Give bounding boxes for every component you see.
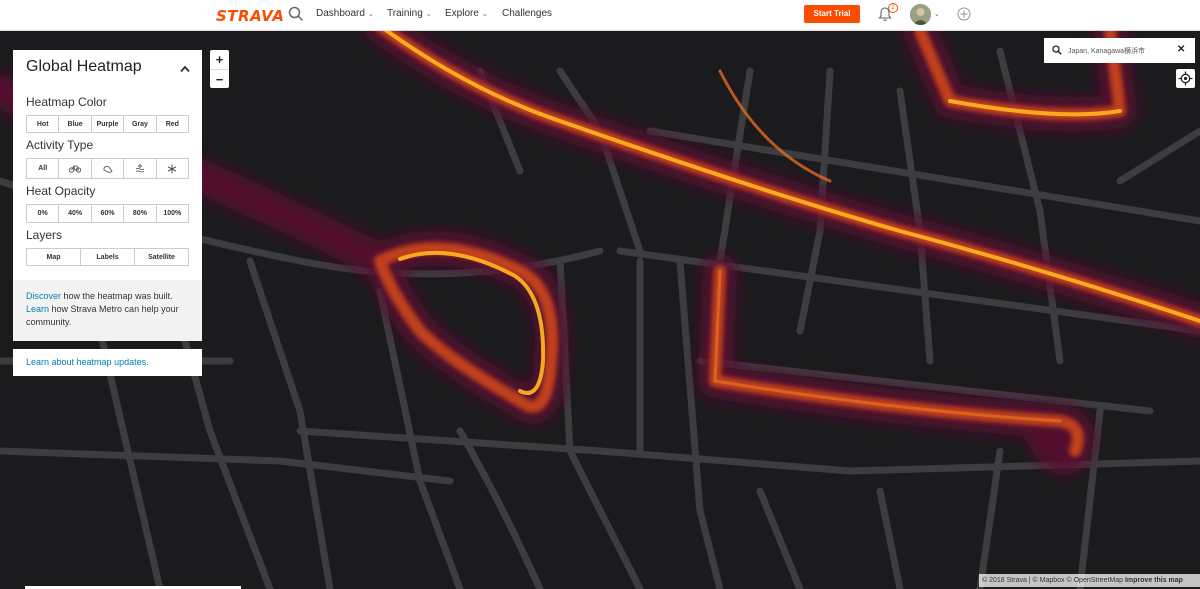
opacity-40-button[interactable]: 40% <box>59 205 92 222</box>
heatmap-color-title: Heatmap Color <box>26 95 107 109</box>
chevron-down-icon: ⌄ <box>425 11 432 18</box>
search-icon <box>1052 45 1062 55</box>
top-nav: STRAVA Dashboard ⌄ Training ⌄ Explore ⌄ Cha… <box>0 0 1200 31</box>
opacity-0-button[interactable]: 0% <box>27 205 60 222</box>
layers-title: Layers <box>26 228 63 242</box>
color-red-button[interactable]: Red <box>156 116 189 132</box>
activity-type-group: All <box>26 158 189 179</box>
water-icon <box>135 164 145 173</box>
run-icon <box>103 165 112 173</box>
nav-explore[interactable]: Explore ⌄ <box>445 8 488 19</box>
bike-icon <box>69 165 82 173</box>
layers-group: Map Labels Satellite <box>26 248 189 266</box>
winter-icon <box>168 164 177 173</box>
color-gray-button[interactable]: Gray <box>124 116 157 132</box>
learn-text: how Strava Metro can help your community… <box>26 304 179 327</box>
nav-dashboard[interactable]: Dashboard ⌄ <box>316 8 374 19</box>
start-trial-button[interactable]: Start Trial <box>804 5 860 23</box>
avatar[interactable] <box>910 4 931 25</box>
activity-water-button[interactable] <box>124 159 157 178</box>
crosshair-icon <box>1178 71 1193 86</box>
strava-logo[interactable]: STRAVA <box>216 7 284 25</box>
discover-link[interactable]: Discover <box>26 291 61 301</box>
opacity-80-button[interactable]: 80% <box>124 205 157 222</box>
color-hot-button[interactable]: Hot <box>27 116 60 132</box>
chevron-down-icon[interactable]: ⌄ <box>934 10 940 18</box>
activity-type-title: Activity Type <box>26 138 94 152</box>
color-blue-button[interactable]: Blue <box>59 116 92 132</box>
opacity-60-button[interactable]: 60% <box>91 205 125 222</box>
close-icon[interactable]: ✕ <box>1177 44 1185 55</box>
chevron-down-icon: ⌄ <box>481 11 488 18</box>
nav-challenges[interactable]: Challenges <box>502 8 552 19</box>
chevron-up-icon[interactable] <box>179 65 191 73</box>
location-search-input[interactable] <box>1068 43 1173 58</box>
panel-footer: Discover how the heatmap was built. Lear… <box>13 280 202 341</box>
heatmap-updates-link[interactable]: Learn about heatmap updates. <box>13 349 202 376</box>
attribution-text[interactable]: © 2018 Strava | © Mapbox © OpenStreetMap <box>982 577 1125 584</box>
zoom-out-button[interactable]: − <box>210 69 229 88</box>
locate-button[interactable] <box>1176 69 1195 88</box>
opacity-100-button[interactable]: 100% <box>156 205 189 222</box>
heatmap-panel: Global Heatmap Heatmap Color Hot Blue Pu… <box>13 50 202 341</box>
add-icon[interactable] <box>957 7 971 21</box>
heat-opacity-title: Heat Opacity <box>26 184 96 198</box>
layer-map-button[interactable]: Map <box>27 249 81 265</box>
color-purple-button[interactable]: Purple <box>91 116 125 132</box>
activity-winter-button[interactable] <box>156 159 189 178</box>
improve-map-link[interactable]: Improve this map <box>1125 577 1183 584</box>
search-icon[interactable] <box>288 6 304 22</box>
layer-satellite-button[interactable]: Satellite <box>135 249 188 265</box>
heatmap-color-group: Hot Blue Purple Gray Red <box>26 115 189 133</box>
activity-ride-button[interactable] <box>59 159 92 178</box>
nav-training[interactable]: Training ⌄ <box>387 8 432 19</box>
map-attribution: © 2018 Strava | © Mapbox © OpenStreetMap… <box>979 574 1200 587</box>
heat-opacity-group: 0% 40% 60% 80% 100% <box>26 204 189 223</box>
layer-labels-button[interactable]: Labels <box>81 249 135 265</box>
learn-link[interactable]: Learn <box>26 304 49 314</box>
location-search: ✕ <box>1044 38 1195 63</box>
chevron-down-icon: ⌄ <box>367 11 374 18</box>
zoom-in-button[interactable]: + <box>210 50 229 69</box>
discover-text: how the heatmap was built. <box>61 291 173 301</box>
panel-title: Global Heatmap <box>26 58 142 75</box>
activity-all-button[interactable]: All <box>27 159 60 178</box>
activity-run-button[interactable] <box>91 159 125 178</box>
notification-badge: 2 <box>888 3 898 13</box>
zoom-control: + − <box>210 50 229 88</box>
